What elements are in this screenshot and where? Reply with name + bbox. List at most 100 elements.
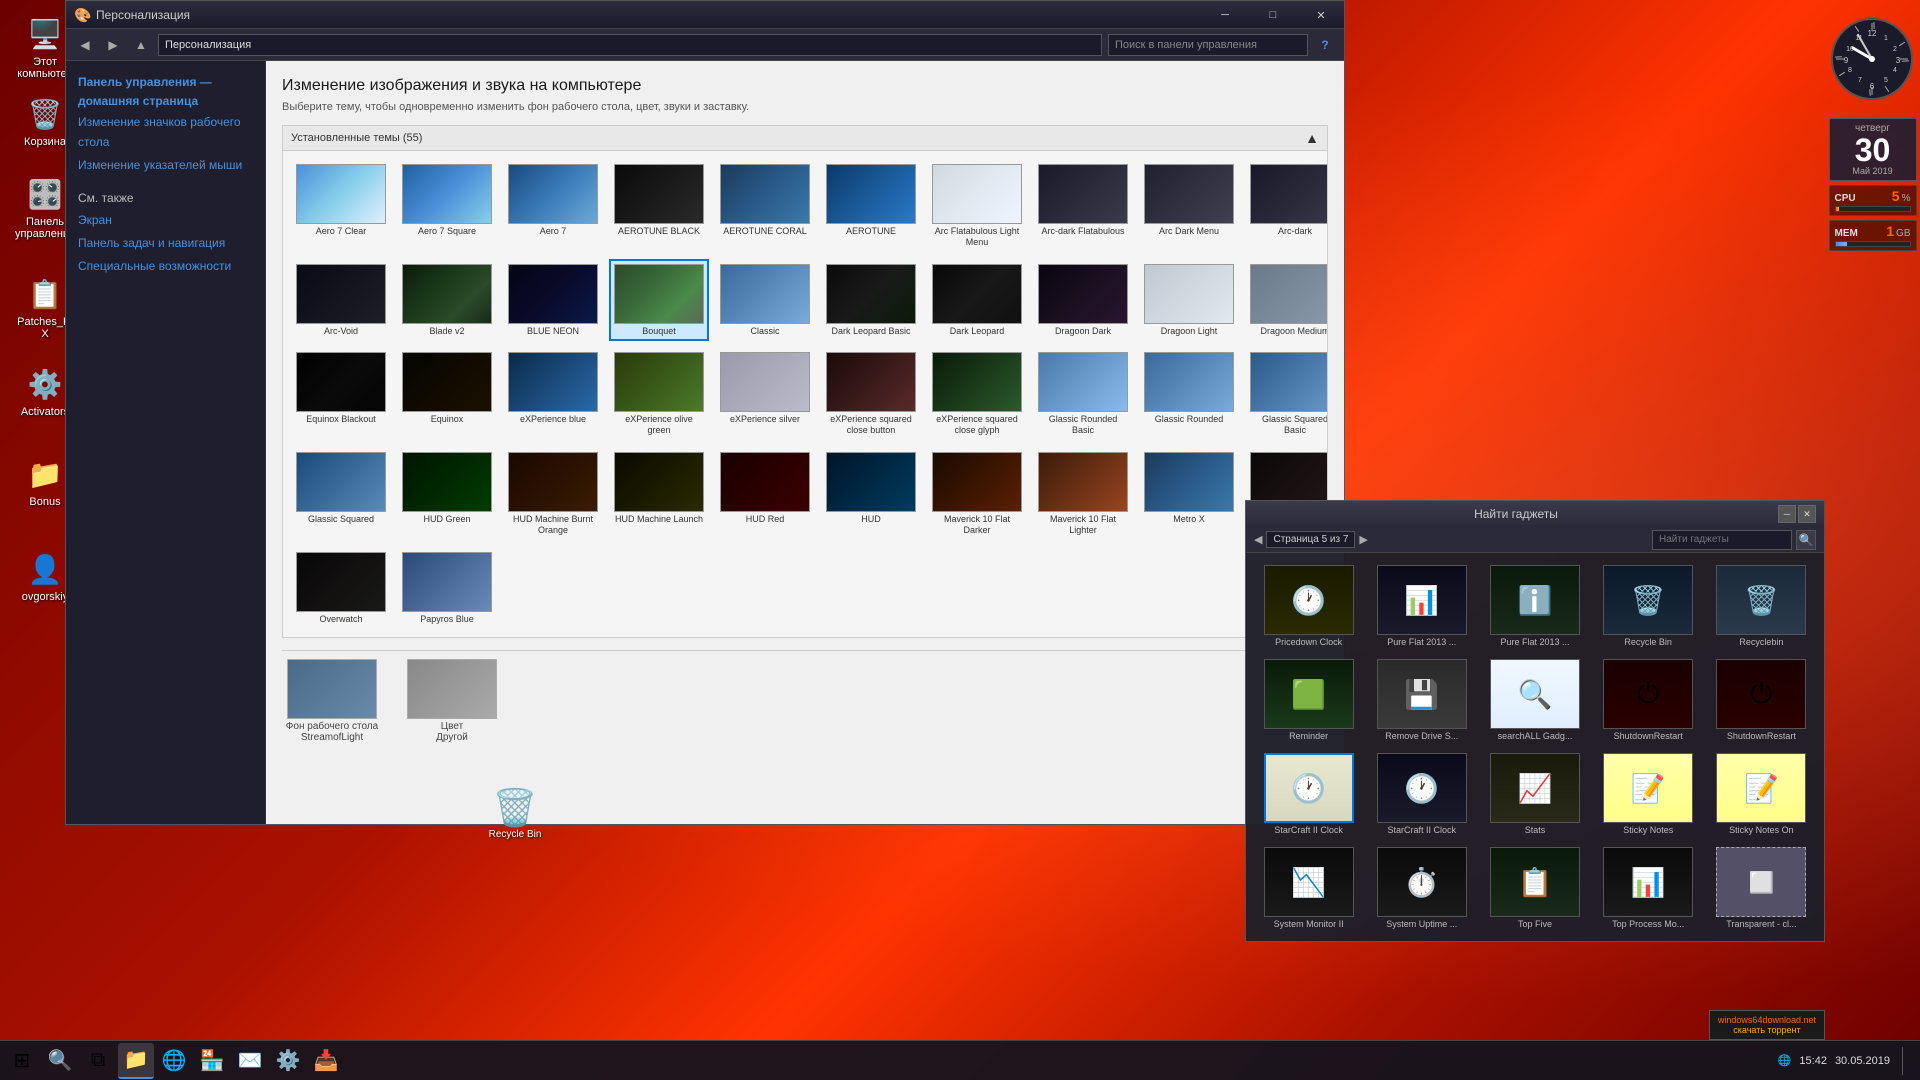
gadget-item-stickynotes2[interactable]: 📝 Sticky Notes On [1707, 749, 1816, 839]
theme-item-blade-v2[interactable]: Blade v2 [397, 259, 497, 342]
theme-item-aerotune-coral[interactable]: AEROTUNE CORAL [715, 159, 815, 253]
theme-item-equinox-blackout[interactable]: Equinox Blackout [291, 347, 391, 441]
mail-button[interactable]: ✉️ [232, 1043, 268, 1079]
icons-link[interactable]: Изменение значков рабочего стола [78, 113, 253, 151]
close-button[interactable]: ✕ [1298, 1, 1344, 29]
gadget-item-pureflat2[interactable]: ℹ️ Pure Flat 2013 ... [1480, 561, 1589, 651]
back-button[interactable]: ◀ [74, 34, 96, 56]
themes-container[interactable]: Aero 7 Clear Aero 7 Square Aero 7 AEROTU… [282, 151, 1328, 638]
theme-item-papyros[interactable]: Papyros Blue [397, 547, 497, 630]
theme-item-dragoon-medium[interactable]: Dragoon Medium [1245, 259, 1328, 342]
help-button[interactable]: ? [1314, 34, 1336, 56]
cursor-link[interactable]: Изменение указателей мыши [78, 156, 253, 175]
gadgets-search-button[interactable]: 🔍 [1796, 530, 1816, 550]
search-button[interactable]: 🔍 [42, 1043, 78, 1079]
show-desktop-button[interactable] [1902, 1047, 1908, 1075]
gadget-item-starcraft[interactable]: 🕐 StarCraft II Clock [1367, 749, 1476, 839]
gadgets-next-button[interactable]: ▶ [1359, 533, 1367, 546]
wallpaper-item[interactable]: Фон рабочего столаStreamofLight [282, 659, 382, 743]
theme-item-glassic-sq-basic[interactable]: Glassic Squared Basic [1245, 347, 1328, 441]
gadgets-minimize-button[interactable]: ─ [1778, 505, 1796, 523]
theme-thumb-experience-olive [614, 352, 704, 412]
theme-item-arc-flat-light[interactable]: Arc Flatabulous Light Menu [927, 159, 1027, 253]
gadget-item-recycle[interactable]: 🗑️ Recycle Bin [1594, 561, 1703, 651]
theme-item-aerotune-black[interactable]: AEROTUNE BLACK [609, 159, 709, 253]
gadget-item-clock-big[interactable]: 🕐 StarCraft II Clock [1254, 749, 1363, 839]
theme-item-experience-blue[interactable]: eXPerience blue [503, 347, 603, 441]
gadget-item-pricedown[interactable]: 🕐 Pricedown Clock [1254, 561, 1363, 651]
theme-item-aero7clear[interactable]: Aero 7 Clear [291, 159, 391, 253]
see-also-taskbar[interactable]: Панель задач и навигация [78, 234, 253, 253]
theme-item-aero7sq[interactable]: Aero 7 Square [397, 159, 497, 253]
color-item[interactable]: ЦветДругой [402, 659, 502, 743]
gadgets-search-input[interactable] [1652, 530, 1792, 550]
maximize-button[interactable]: □ [1250, 1, 1296, 29]
minimize-button[interactable]: ─ [1202, 1, 1248, 29]
theme-item-experience-olive[interactable]: eXPerience olive green [609, 347, 709, 441]
see-also-screen[interactable]: Экран [78, 211, 253, 230]
theme-item-blue-neon[interactable]: BLUE NEON [503, 259, 603, 342]
theme-item-hud[interactable]: HUD [821, 447, 921, 541]
theme-item-classic[interactable]: Classic [715, 259, 815, 342]
gadget-item-topfive[interactable]: 📋 Top Five [1480, 843, 1589, 933]
settings-button[interactable]: ⚙️ [270, 1043, 306, 1079]
home-link[interactable]: Панель управления — домашняя страница [78, 73, 253, 111]
start-button[interactable]: ⊞ [4, 1043, 40, 1079]
explorer-button[interactable]: 📁 [118, 1043, 154, 1079]
theme-item-glassic-sq[interactable]: Glassic Squared [291, 447, 391, 541]
gadget-item-searchall[interactable]: 🔍 searchALL Gadg... [1480, 655, 1589, 745]
theme-item-dark-leopard[interactable]: Dark Leopard [927, 259, 1027, 342]
gadget-item-shutdown1[interactable]: ⏻ ShutdownRestart [1594, 655, 1703, 745]
theme-item-aerotune[interactable]: AEROTUNE [821, 159, 921, 253]
gadget-item-transparent[interactable]: ◻️ Transparent - cl... [1707, 843, 1816, 933]
theme-item-arc-dark[interactable]: Arc-dark [1245, 159, 1328, 253]
store-button[interactable]: 🏪 [194, 1043, 230, 1079]
gadget-item-shutdown2[interactable]: ⏻ ShutdownRestart [1707, 655, 1816, 745]
network-icon[interactable]: 🌐 [1778, 1054, 1792, 1067]
theme-item-equinox[interactable]: Equinox [397, 347, 497, 441]
gadget-item-stickynotes[interactable]: 📝 Sticky Notes [1594, 749, 1703, 839]
gadget-item-sysmonitor[interactable]: 📉 System Monitor II [1254, 843, 1363, 933]
theme-item-maverick-lighter[interactable]: Maverick 10 Flat Lighter [1033, 447, 1133, 541]
theme-item-aero7[interactable]: Aero 7 [503, 159, 603, 253]
recycle-bin-sidebar[interactable]: 🗑️ Recycle Bin [480, 787, 550, 840]
theme-item-glassic-rounded-basic[interactable]: Glassic Rounded Basic [1033, 347, 1133, 441]
theme-item-metro-x[interactable]: Metro X [1139, 447, 1239, 541]
gadget-item-topprocess[interactable]: 📊 Top Process Mo... [1594, 843, 1703, 933]
taskbar-extra-button[interactable]: 📥 [308, 1043, 344, 1079]
taskview-button[interactable]: ⧉ [80, 1043, 116, 1079]
edge-button[interactable]: 🌐 [156, 1043, 192, 1079]
gadgets-close-button[interactable]: ✕ [1798, 505, 1816, 523]
gadget-item-sysuptime[interactable]: ⏱️ System Uptime ... [1367, 843, 1476, 933]
theme-item-overwatch[interactable]: Overwatch [291, 547, 391, 630]
gadget-item-recyclebin[interactable]: 🗑️ Recyclebin [1707, 561, 1816, 651]
gadget-item-pureflat1[interactable]: 📊 Pure Flat 2013 ... [1367, 561, 1476, 651]
see-also-accessibility[interactable]: Специальные возможности [78, 257, 253, 276]
address-field[interactable]: Персонализация [158, 34, 1102, 56]
theme-item-experience-silver[interactable]: eXPerience silver [715, 347, 815, 441]
theme-item-hud-burnt[interactable]: HUD Machine Burnt Orange [503, 447, 603, 541]
theme-item-dragoon-light[interactable]: Dragoon Light [1139, 259, 1239, 342]
theme-item-maverick-darker[interactable]: Maverick 10 Flat Darker [927, 447, 1027, 541]
forward-button[interactable]: ▶ [102, 34, 124, 56]
theme-item-bouquet[interactable]: Bouquet [609, 259, 709, 342]
theme-item-dark-leopard-basic[interactable]: Dark Leopard Basic [821, 259, 921, 342]
up-button[interactable]: ▲ [130, 34, 152, 56]
theme-item-hud-launch[interactable]: HUD Machine Launch [609, 447, 709, 541]
theme-item-arc-dark-flat[interactable]: Arc-dark Flatabulous [1033, 159, 1133, 253]
gadgets-prev-button[interactable]: ◀ [1254, 533, 1262, 546]
theme-item-experience-sq-close-glyph[interactable]: eXPerience squared close glyph [927, 347, 1027, 441]
download-banner: windows64download.netскачать торрент [1709, 1010, 1825, 1040]
gadget-item-removedrive[interactable]: 💾 Remove Drive S... [1367, 655, 1476, 745]
theme-item-glassic-rounded[interactable]: Glassic Rounded [1139, 347, 1239, 441]
theme-item-hud-red[interactable]: HUD Red [715, 447, 815, 541]
theme-item-arc-void[interactable]: Arc-Void [291, 259, 391, 342]
window-controls: ─ □ ✕ [1202, 1, 1344, 28]
theme-item-hud-green[interactable]: HUD Green [397, 447, 497, 541]
gadget-item-stats[interactable]: 📈 Stats [1480, 749, 1589, 839]
theme-item-arc-dark-menu[interactable]: Arc Dark Menu [1139, 159, 1239, 253]
gadget-item-reminder[interactable]: 🟩 Reminder [1254, 655, 1363, 745]
theme-item-experience-sq-close-btn[interactable]: eXPerience squared close button [821, 347, 921, 441]
theme-item-dragoon-dark[interactable]: Dragoon Dark [1033, 259, 1133, 342]
search-field[interactable]: Поиск в панели управления [1108, 34, 1308, 56]
